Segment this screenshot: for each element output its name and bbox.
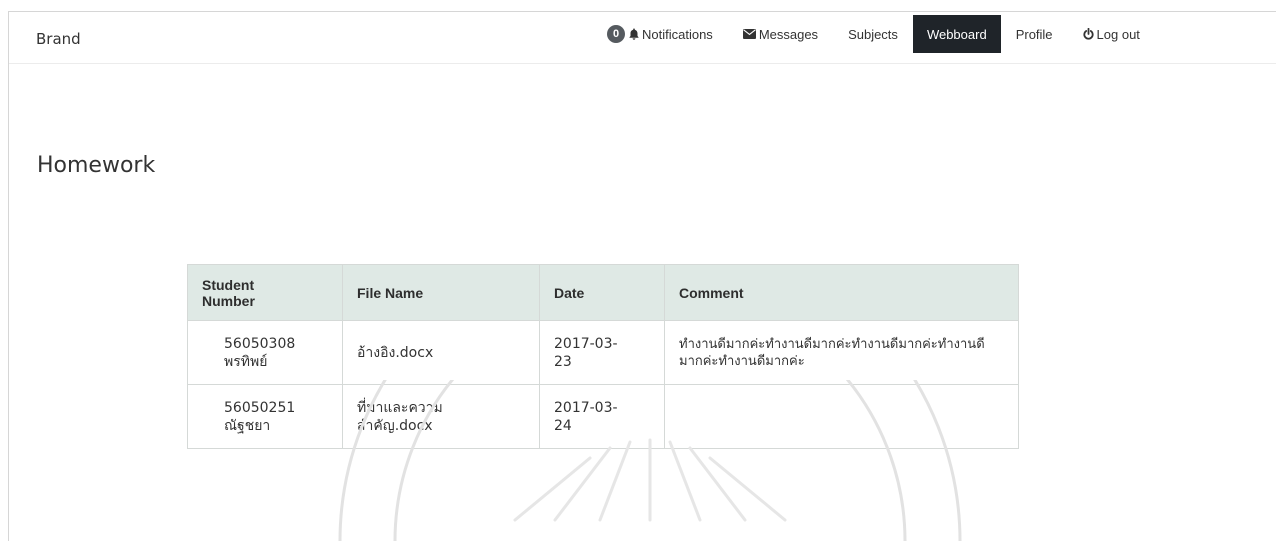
envelope-icon (742, 29, 756, 39)
nav-label-notifications: Notifications (642, 26, 713, 42)
file-link-line2[interactable]: สำคัญ.docx (357, 417, 525, 435)
page: Brand 0 Notifications Messages Subjects … (0, 0, 1278, 541)
table-row: 56050308 พรทิพย์ อ้างอิง.docx 2017-03- 2… (187, 320, 1019, 385)
nav-label-subjects: Subjects (848, 26, 898, 42)
header-student-line2: Number (202, 292, 255, 309)
date-line1: 2017-03- (554, 335, 618, 352)
nav-item-subjects[interactable]: Subjects (833, 15, 913, 53)
bell-icon (629, 28, 639, 40)
header-file-name: File Name (342, 264, 540, 321)
nav-menu: 0 Notifications Messages Subjects Webboa… (592, 15, 1155, 53)
power-icon (1083, 28, 1094, 40)
student-number: 56050308 (224, 335, 296, 352)
nav-label-webboard: Webboard (926, 26, 987, 42)
nav-item-messages[interactable]: Messages (728, 15, 833, 53)
navbar: Brand 0 Notifications Messages Subjects … (9, 12, 1276, 64)
cell-comment: ทำงานดีมากค่ะทำงานดีมากค่ะทำงานดีมากค่ะท… (664, 320, 1019, 385)
brand-link[interactable]: Brand (36, 30, 81, 48)
nav-label-logout: Log out (1096, 26, 1140, 42)
cell-student: 56050251 ณัฐชยา (187, 384, 343, 449)
homework-table: Student Number File Name Date Comment 56… (187, 264, 1019, 449)
student-name: พรทิพย์ (224, 353, 268, 370)
date-line2: 24 (554, 417, 572, 434)
nav-label-profile: Profile (1015, 26, 1053, 42)
nav-item-notifications[interactable]: 0 Notifications (592, 15, 728, 53)
cell-comment (664, 384, 1019, 449)
notification-count-badge: 0 (607, 25, 625, 43)
header-comment: Comment (664, 264, 1019, 321)
cell-file-name[interactable]: อ้างอิง.docx (342, 320, 540, 385)
nav-item-profile[interactable]: Profile (1001, 15, 1068, 53)
cell-date: 2017-03- 24 (539, 384, 665, 449)
header-date: Date (539, 264, 665, 321)
header-student-number: Student Number (187, 264, 343, 321)
student-number: 56050251 (224, 399, 296, 416)
table-row: 56050251 ณัฐชยา ที่มาและความ สำคัญ.docx … (187, 384, 1019, 449)
date-line2: 23 (554, 353, 572, 370)
nav-label-messages: Messages (758, 26, 819, 42)
student-name: ณัฐชยา (224, 417, 271, 434)
table-header-row: Student Number File Name Date Comment (187, 264, 1019, 321)
nav-item-webboard[interactable]: Webboard (912, 15, 1001, 53)
cell-file-name[interactable]: ที่มาและความ สำคัญ.docx (342, 384, 540, 449)
date-line1: 2017-03- (554, 399, 618, 416)
cell-student: 56050308 พรทิพย์ (187, 320, 343, 385)
file-link-line1[interactable]: ที่มาและความ (357, 399, 525, 417)
cell-date: 2017-03- 23 (539, 320, 665, 385)
header-student-line1: Student (202, 276, 255, 293)
file-link[interactable]: อ้างอิง.docx (357, 345, 433, 361)
page-title: Homework (37, 153, 156, 178)
nav-item-logout[interactable]: Log out (1068, 15, 1155, 53)
